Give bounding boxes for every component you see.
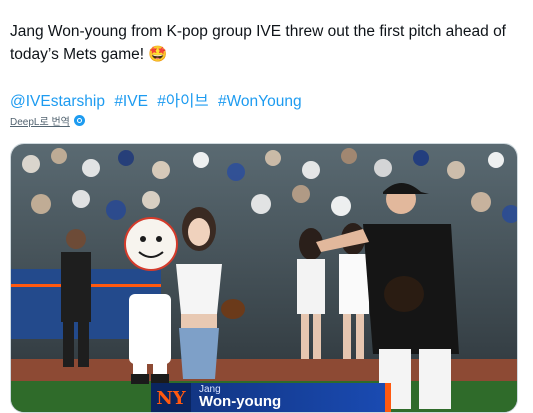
translate-settings-icon[interactable]	[73, 115, 85, 126]
mets-logo-icon: NY	[151, 383, 191, 412]
tweet-media[interactable]: NY Jang Won-young	[10, 143, 518, 413]
hashtag-link-ive-korean[interactable]: #아이브	[157, 93, 208, 110]
lower-third-last-name: Won-young	[199, 393, 282, 410]
tweet-text-line-1: Jang Won-young from K-pop group IVE thre…	[10, 23, 506, 40]
hashtag-link-wonyoung[interactable]: #WonYoung	[218, 93, 302, 110]
tweet-text: Jang Won-young from K-pop group IVE thre…	[10, 20, 525, 66]
mascot-figure	[124, 217, 178, 384]
translate-link[interactable]: DeepL로 번역	[10, 113, 85, 128]
hashtag-list: @IVEstarship #IVE #아이브 #WonYoung	[10, 89, 307, 111]
media-video-frame[interactable]	[11, 144, 518, 413]
hashtag-link-ive[interactable]: #IVE	[114, 93, 148, 110]
translate-label[interactable]: DeepL로 번역	[10, 113, 70, 128]
tweet-text-line-2: today’s Mets game! 🤩	[10, 46, 168, 63]
mention-link-ivestarship[interactable]: @IVEstarship	[10, 93, 105, 110]
lower-third-accent	[385, 383, 391, 412]
broadcast-lower-third: NY Jang Won-young	[151, 383, 391, 412]
